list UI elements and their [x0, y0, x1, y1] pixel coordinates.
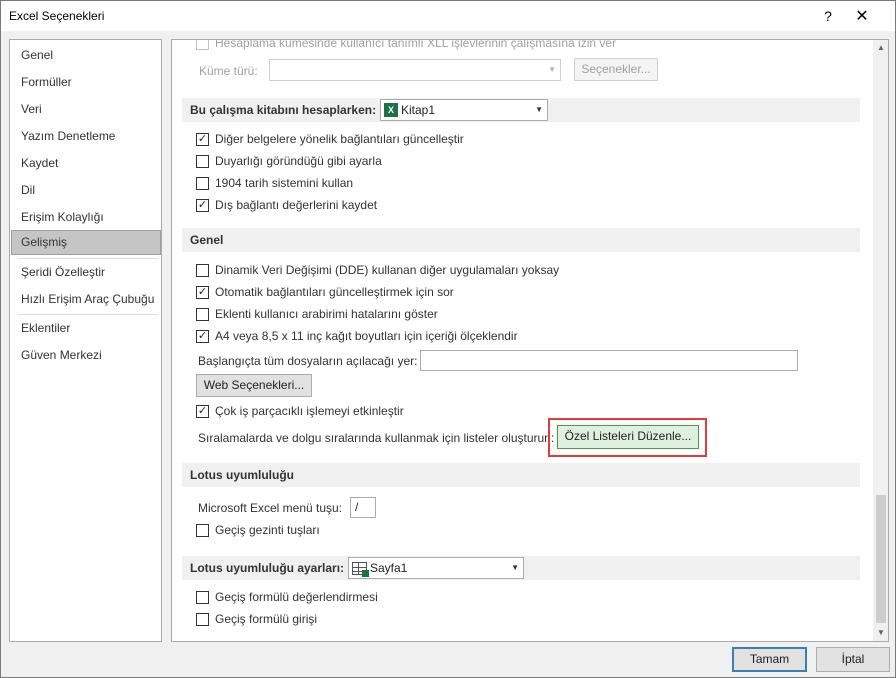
sheet-dropdown[interactable]: Sayfa1 ▼: [348, 557, 524, 579]
sidebar-item-general[interactable]: Genel: [11, 43, 161, 68]
cancel-button[interactable]: İptal: [816, 647, 890, 672]
cube-type-dropdown[interactable]: ▼: [269, 59, 561, 81]
checkbox[interactable]: [196, 176, 209, 190]
scale-paper-size-option[interactable]: ✓ A4 veya 8,5 x 11 inç kağıt boyutları i…: [196, 327, 518, 345]
ask-update-links-option[interactable]: ✓ Otomatik bağlantıları güncelleştirmek …: [196, 283, 454, 301]
custom-lists-label: Sıralamalarda ve dolgu sıralarında kulla…: [198, 431, 555, 445]
checkbox[interactable]: [196, 154, 209, 168]
xll-functions-option[interactable]: Hesaplama kümesinde kullanıcı tanımlı XL…: [196, 39, 617, 52]
sidebar-item-advanced[interactable]: Gelişmiş: [11, 230, 161, 255]
checkbox-checked[interactable]: ✓: [196, 404, 209, 418]
sidebar-divider: [18, 258, 158, 259]
checkbox[interactable]: [196, 590, 209, 604]
checkbox-checked[interactable]: ✓: [196, 132, 209, 146]
precision-as-displayed-option[interactable]: Duyarlığı göründüğü gibi ayarla: [196, 152, 382, 170]
option-label: Eklenti kullanıcı arabirimi hatalarını g…: [215, 307, 438, 321]
sidebar-item-formulas[interactable]: Formüller: [11, 70, 161, 95]
sidebar-item-proofing[interactable]: Yazım Denetleme: [11, 124, 161, 149]
sidebar-item-customize-ribbon[interactable]: Şeridi Özelleştir: [11, 260, 161, 285]
sidebar-item-save[interactable]: Kaydet: [11, 151, 161, 176]
option-label: Geçiş gezinti tuşları: [215, 523, 320, 537]
workbook-dropdown[interactable]: X Kitap1 ▼: [380, 99, 548, 121]
transition-nav-keys-option[interactable]: Geçiş gezinti tuşları: [196, 521, 320, 539]
menu-key-input[interactable]: /: [350, 497, 376, 518]
sidebar: Genel Formüller Veri Yazım Denetleme Kay…: [9, 39, 162, 642]
scroll-down-arrow-icon[interactable]: ▼: [873, 625, 888, 641]
checkbox[interactable]: [196, 523, 209, 537]
excel-workbook-icon: X: [384, 103, 398, 117]
section-header-general: Genel: [182, 228, 860, 252]
section-title: Lotus uyumluluğu: [190, 468, 294, 482]
workbook-name: Kitap1: [401, 103, 436, 117]
section-title: Genel: [190, 233, 224, 247]
checkbox-checked[interactable]: ✓: [196, 285, 209, 299]
ignore-dde-option[interactable]: Dinamik Veri Değişimi (DDE) kullanan diğ…: [196, 261, 559, 279]
cube-type-label: Küme türü:: [199, 64, 258, 78]
startup-folder-label: Başlangıçta tüm dosyaların açılacağı yer…: [198, 354, 418, 368]
option-label: Dış bağlantı değerlerini kaydet: [215, 198, 378, 212]
show-addin-errors-option[interactable]: Eklenti kullanıcı arabirimi hatalarını g…: [196, 305, 438, 323]
title-bar: Excel Seçenekleri ? ✕: [1, 1, 895, 31]
checkbox-checked[interactable]: ✓: [196, 198, 209, 212]
section-header-lotus-compatibility: Lotus uyumluluğu: [182, 463, 860, 487]
sidebar-item-addins[interactable]: Eklentiler: [11, 316, 161, 341]
excel-options-dialog: Excel Seçenekleri ? ✕ Genel Formüller Ve…: [0, 0, 896, 678]
option-label: 1904 tarih sistemini kullan: [215, 176, 354, 190]
vertical-scrollbar[interactable]: ▲ ▼: [873, 40, 888, 641]
option-label: Duyarlığı göründüğü gibi ayarla: [215, 154, 382, 168]
option-label: A4 veya 8,5 x 11 inç kağıt boyutları içi…: [215, 329, 518, 343]
ok-button[interactable]: Tamam: [732, 647, 807, 672]
worksheet-icon: [352, 561, 369, 577]
startup-folder-input[interactable]: [420, 350, 798, 371]
cube-options-button[interactable]: Seçenekler...: [574, 58, 658, 81]
sidebar-item-accessibility[interactable]: Erişim Kolaylığı: [11, 205, 161, 230]
option-label: Dinamik Veri Değişimi (DDE) kullanan diğ…: [215, 263, 560, 277]
xll-functions-label: Hesaplama kümesinde kullanıcı tanımlı XL…: [215, 39, 617, 50]
sidebar-item-language[interactable]: Dil: [11, 178, 161, 203]
save-external-link-values-option[interactable]: ✓ Dış bağlantı değerlerini kaydet: [196, 196, 377, 214]
checkbox[interactable]: [196, 612, 209, 626]
multithreading-option[interactable]: ✓ Çok iş parçacıklı işlemeyi etkinleştir: [196, 402, 404, 420]
sidebar-divider: [18, 314, 158, 315]
update-links-option[interactable]: ✓ Diğer belgelere yönelik bağlantıları g…: [196, 130, 464, 148]
close-button[interactable]: ✕: [840, 1, 884, 31]
option-label: Çok iş parçacıklı işlemeyi etkinleştir: [215, 404, 404, 418]
option-label: Geçiş formülü değerlendirmesi: [215, 590, 378, 604]
date-system-1904-option[interactable]: 1904 tarih sistemini kullan: [196, 174, 353, 192]
checkbox[interactable]: [196, 263, 209, 277]
web-options-button[interactable]: Web Seçenekleri...: [196, 374, 312, 397]
option-label: Diğer belgelere yönelik bağlantıları gün…: [215, 132, 464, 146]
option-label: Otomatik bağlantıları güncelleştirmek iç…: [215, 285, 454, 299]
edit-custom-lists-button[interactable]: Özel Listeleri Düzenle...: [557, 425, 699, 449]
chevron-down-icon: ▼: [511, 563, 519, 572]
transition-formula-entry-option[interactable]: Geçiş formülü girişi: [196, 610, 317, 628]
menu-key-label: Microsoft Excel menü tuşu:: [198, 501, 343, 515]
window-title: Excel Seçenekleri: [9, 9, 105, 23]
checkbox[interactable]: [196, 307, 209, 321]
scroll-up-arrow-icon[interactable]: ▲: [873, 40, 888, 56]
sidebar-item-quick-access-toolbar[interactable]: Hızlı Erişim Araç Çubuğu: [11, 287, 161, 312]
sidebar-item-data[interactable]: Veri: [11, 97, 161, 122]
checkbox-checked[interactable]: ✓: [196, 329, 209, 343]
section-title: Lotus uyumluluğu ayarları:: [190, 561, 345, 575]
checkbox[interactable]: [196, 40, 209, 50]
advanced-options-panel: Hesaplama kümesinde kullanıcı tanımlı XL…: [171, 39, 889, 642]
option-label: Geçiş formülü girişi: [215, 612, 318, 626]
sidebar-item-trust-center[interactable]: Güven Merkezi: [11, 343, 161, 368]
chevron-down-icon: ▼: [535, 105, 543, 114]
transition-formula-evaluation-option[interactable]: Geçiş formülü değerlendirmesi: [196, 588, 378, 606]
sheet-name: Sayfa1: [370, 561, 408, 575]
section-title: Bu çalışma kitabını hesaplarken:: [190, 103, 377, 117]
chevron-down-icon: ▼: [548, 65, 556, 74]
scrollbar-thumb[interactable]: [876, 495, 886, 623]
